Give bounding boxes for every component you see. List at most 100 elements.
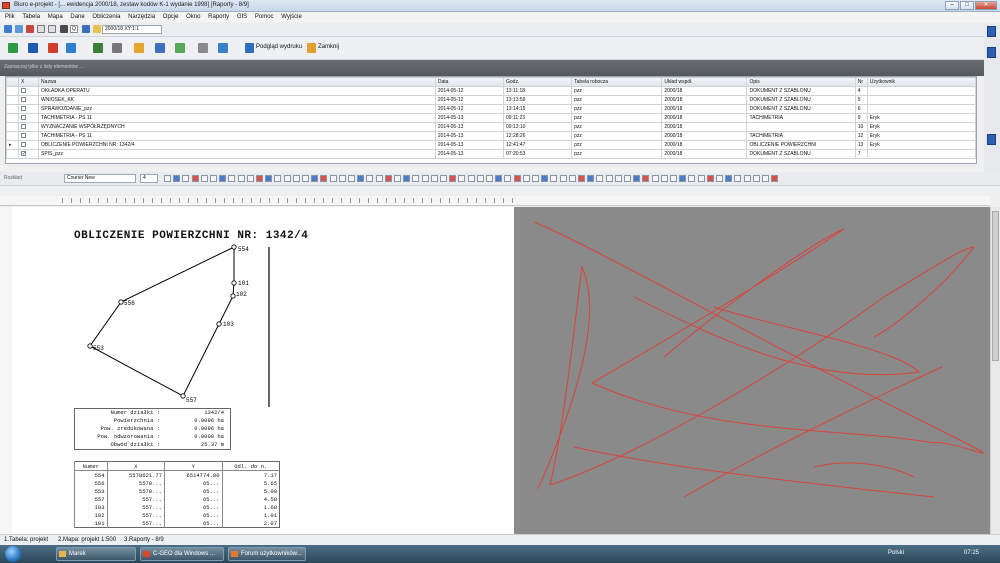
add-icon[interactable] [8,43,18,53]
format-tool-icon[interactable] [679,175,687,182]
format-tool-icon[interactable] [504,175,512,182]
filter-icon[interactable] [175,43,185,53]
copy-icon[interactable] [26,25,34,33]
task-marek[interactable]: Marek [56,547,136,561]
format-tool-icon[interactable] [228,175,236,182]
vertical-scrollbar[interactable] [990,207,1000,534]
start-button[interactable] [5,546,21,562]
col-header-user[interactable]: Użytkownik [866,77,977,87]
checkbox[interactable] [21,115,27,121]
table-row[interactable]: WYZNACZANIE WSPÓŁRZĘDNYCH 2014-05-13 09:13… [5,122,977,132]
format-tool-icon[interactable] [384,175,392,182]
col-header-check[interactable]: X [18,77,40,87]
format-tool-icon[interactable] [366,175,374,182]
menu-raporty[interactable]: Raporty [208,12,229,22]
new-icon[interactable] [4,25,12,33]
format-tool-icon[interactable] [256,175,263,182]
format-tool-icon[interactable] [559,175,567,182]
format-tool-icon[interactable] [697,175,705,182]
delete-icon[interactable] [48,43,58,53]
language-indicator[interactable]: Polski [888,550,904,556]
clock[interactable]: 07:25 [964,550,979,556]
row-checkbox[interactable] [18,140,40,150]
coordinate-system-icon[interactable] [93,25,101,33]
format-tool-icon[interactable] [265,175,273,182]
report-document[interactable]: OBLICZENIE POWIERZCHNI NR: 1342/4 554 101… [12,207,514,534]
format-tool-icon[interactable] [329,175,337,182]
format-tool-icon[interactable] [283,175,291,182]
menu-tabela[interactable]: Tabela [22,12,40,22]
format-tool-icon[interactable] [633,175,641,182]
format-tool-icon[interactable] [430,175,438,182]
row-checkbox[interactable] [18,104,40,114]
table-row[interactable]: TACHIMETRIA - PS 11 2014-05-13 09:11:23 pzz… [5,113,977,123]
format-tool-icon[interactable] [467,175,475,182]
format-tool-icon[interactable] [421,175,429,182]
format-tool-icon[interactable] [375,175,383,182]
format-tool-icon[interactable] [706,175,714,182]
row-checkbox[interactable] [18,113,40,123]
menu-obliczenia[interactable]: Obliczenia [92,12,120,22]
format-tool-icon[interactable] [642,175,650,182]
format-tool-icon[interactable] [403,175,411,182]
close-report-icon[interactable] [307,43,316,53]
format-tool-icon[interactable] [311,175,319,182]
table-row[interactable]: ▸ OBLICZENIE POWIERZCHNI NR: 1342/4 2014-0… [5,140,977,150]
format-tool-icon[interactable] [357,175,365,182]
close-report-button[interactable]: Zamknij [318,44,339,50]
format-tool-icon[interactable] [541,175,549,182]
preview-button[interactable]: Podgląd wydruku [256,44,302,50]
table-row[interactable]: WNIOSEK_KK 2014-05-12 13:13:59 pzz 2000/18 DO… [5,95,977,105]
format-tool-icon[interactable] [532,175,539,182]
format-tool-icon[interactable] [670,175,677,182]
open-icon[interactable] [15,25,23,33]
preview-icon[interactable] [245,43,254,53]
format-tool-icon[interactable] [182,175,190,182]
checkbox[interactable] [21,106,27,112]
table-row[interactable]: OKŁADKA OPERATU 2014-05-12 13:11:18 pzz 2000… [5,86,977,96]
menu-okno[interactable]: Okno [186,12,200,22]
horizontal-ruler[interactable] [0,196,990,206]
format-tool-icon[interactable] [513,175,521,182]
import-icon[interactable] [93,43,103,53]
minimize-button[interactable]: – [945,1,959,10]
menu-mapa[interactable]: Mapa [48,12,63,22]
check-icon[interactable] [28,43,38,53]
table-row[interactable]: ✓ SPIS_pzz 2014-05-13 07:20:53 pzz 2000/18 DOK… [5,149,977,159]
table-row[interactable]: SPRAWOZDANIE_pzz 2014-05-12 13:14:15 pzz 200… [5,104,977,114]
format-tool-icon[interactable] [587,175,595,182]
table-row[interactable]: TACHIMETRIA - PS 11 2014-05-13 12:28:26 pzz… [5,131,977,141]
settings-icon[interactable] [60,25,68,33]
menu-dane[interactable]: Dane [70,12,84,22]
options-icon[interactable] [198,43,208,53]
format-tool-icon[interactable] [348,175,355,182]
document-icon[interactable] [48,25,56,33]
format-tool-icon[interactable] [752,175,760,182]
format-tool-icon[interactable] [412,175,420,182]
task-cgeo[interactable]: C-GEO dla Windows ... [140,547,224,561]
panel-add-icon[interactable] [987,26,996,37]
col-header-nr[interactable]: Nr [854,77,868,87]
status-tab-reports[interactable]: 3.Raporty - 8/9 [124,537,164,543]
close-button[interactable]: ✕ [975,1,997,10]
star-icon[interactable] [134,43,144,53]
search-icon[interactable]: Q [70,25,78,33]
format-tool-icon[interactable] [688,175,696,182]
row-checkbox[interactable] [18,122,40,132]
checkbox[interactable] [21,97,27,103]
format-tool-icon[interactable] [660,175,668,182]
col-header-time[interactable]: Godz. [502,77,573,87]
panel-doc-icon[interactable] [987,47,996,58]
format-tool-icon[interactable] [458,175,466,182]
format-tool-icon[interactable] [605,175,613,182]
status-tab-table[interactable]: 1.Tabela: projekt [4,537,48,543]
col-header-desc[interactable]: Opis [746,77,856,87]
col-header-date[interactable]: Data [434,77,505,87]
menu-pomoc[interactable]: Pomoc [255,12,274,22]
checkbox[interactable] [21,142,27,148]
row-checkbox[interactable]: ✓ [18,149,40,159]
menu-wyjscie[interactable]: Wyjście [281,12,302,22]
format-tool-icon[interactable] [578,175,585,182]
format-tool-icon[interactable] [200,175,208,182]
format-tool-icon[interactable] [394,175,401,182]
